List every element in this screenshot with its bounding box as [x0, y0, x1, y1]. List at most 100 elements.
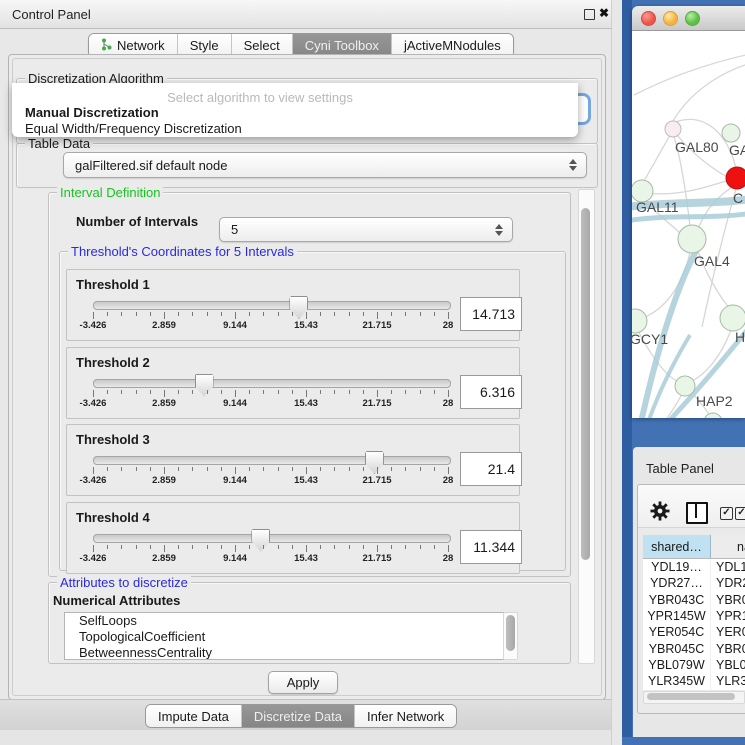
slider-track[interactable]: [93, 379, 451, 388]
tick-mark: [150, 545, 151, 549]
tick-mark: [363, 545, 364, 549]
slider-track[interactable]: [93, 456, 451, 465]
tick-mark: [278, 312, 279, 316]
group-title: Threshold's Coordinates for 5 Intervals: [68, 244, 297, 259]
attributes-list-scrollbar[interactable]: [503, 612, 518, 660]
slider-track[interactable]: [93, 534, 451, 543]
tick-mark: [448, 390, 449, 397]
tick-mark: [377, 312, 378, 319]
tick-mark: [420, 467, 421, 471]
tick-mark: [221, 390, 222, 394]
tick-mark: [405, 467, 406, 471]
tick-label: 21.715: [362, 553, 391, 564]
content-scrollbar[interactable]: [578, 189, 595, 664]
tick-label: 21.715: [362, 398, 391, 409]
tick-mark: [221, 467, 222, 471]
tick-mark: [235, 390, 236, 397]
attributes-list[interactable]: SelfLoopsTopologicalCoefficientBetweenne…: [64, 612, 505, 660]
network-graph: GAL80GACGAL11GAL4GCY1HHAP2: [632, 31, 745, 418]
tick-label: -3.426: [80, 398, 107, 409]
tick-mark: [93, 390, 94, 397]
attribute-list-item[interactable]: SelfLoops: [65, 613, 504, 629]
close-traffic-light-icon[interactable]: [641, 11, 656, 26]
network-canvas[interactable]: GAL80GACGAL11GAL4GCY1HHAP2: [632, 31, 745, 418]
threshold-value-field[interactable]: 14.713: [460, 297, 522, 331]
table-row[interactable]: YDR27…YDR2: [643, 575, 745, 591]
network-view-window[interactable]: GAL80GACGAL11GAL4GCY1HHAP2: [632, 6, 745, 418]
cell-shared-name: YER054C: [643, 624, 711, 640]
tab-discretize-data[interactable]: Discretize Data: [242, 705, 355, 727]
table-row[interactable]: YLR345WYLR3: [643, 673, 745, 689]
minimize-traffic-light-icon[interactable]: [663, 11, 678, 26]
network-node[interactable]: [704, 413, 722, 418]
node-table[interactable]: shared… na YDL19…YDL1YDR27…YDR2YBR043CYB…: [643, 535, 745, 690]
number-of-intervals-combo[interactable]: 5: [219, 217, 513, 242]
network-node[interactable]: [675, 376, 695, 396]
tick-mark: [320, 312, 321, 316]
column-header-name[interactable]: na: [711, 535, 745, 558]
tick-mark: [207, 467, 208, 471]
network-node[interactable]: [726, 167, 745, 189]
table-row[interactable]: YPR145WYPR1: [643, 608, 745, 624]
apply-button[interactable]: Apply: [268, 671, 338, 694]
gear-icon[interactable]: [650, 501, 670, 521]
close-icon[interactable]: ✖: [599, 6, 609, 20]
checkbox-icon[interactable]: ✓: [720, 507, 733, 520]
tick-label: 2.859: [152, 398, 176, 409]
tick-mark: [178, 312, 179, 316]
network-node[interactable]: [720, 305, 745, 331]
table-row[interactable]: YBR045CYBR0: [643, 640, 745, 656]
tick-mark: [150, 467, 151, 471]
table-row[interactable]: YIL052CYIL0: [643, 689, 745, 690]
threshold-label: Threshold 3: [76, 432, 150, 447]
zoom-traffic-light-icon[interactable]: [685, 11, 700, 26]
column-header-shared-name[interactable]: shared…: [643, 535, 711, 558]
split-view-icon[interactable]: [686, 502, 708, 524]
table-data-combo[interactable]: galFiltered.sif default node: [63, 152, 587, 178]
threshold-value-field[interactable]: 6.316: [460, 375, 522, 409]
algorithm-option[interactable]: Manual Discretization: [25, 105, 159, 120]
tick-mark: [263, 545, 264, 549]
tick-mark: [334, 545, 335, 549]
table-row[interactable]: YBL079WYBL0: [643, 657, 745, 673]
table-row[interactable]: YDL19…YDL1: [643, 559, 745, 575]
tick-mark: [405, 312, 406, 316]
tick-mark: [164, 312, 165, 319]
algorithm-option[interactable]: Equal Width/Frequency Discretization: [25, 121, 242, 136]
threshold-value-field[interactable]: 11.344: [460, 530, 522, 564]
tab-label: jActiveMNodules: [404, 38, 501, 53]
panel-title: Control Panel: [12, 7, 91, 22]
tick-label: 28: [443, 398, 454, 409]
table-horizontal-scrollbar[interactable]: [643, 691, 745, 704]
tab-impute-data[interactable]: Impute Data: [146, 705, 242, 727]
interval-definition-group: Interval Definition Number of Intervals …: [48, 192, 571, 577]
network-node-label: H: [735, 329, 745, 345]
checkbox-icon[interactable]: ✓: [735, 507, 745, 520]
tick-mark: [150, 312, 151, 316]
network-window-titlebar[interactable]: [632, 6, 745, 31]
network-node[interactable]: [665, 121, 681, 137]
cell-name: YLR3: [711, 673, 745, 689]
tick-mark: [121, 467, 122, 471]
table-row[interactable]: YBR043CYBR0: [643, 592, 745, 608]
tick-label: 15.43: [294, 398, 318, 409]
network-node[interactable]: [632, 309, 647, 333]
tick-mark: [292, 390, 293, 394]
network-node[interactable]: [722, 124, 740, 142]
table-data-group: Table Data galFiltered.sif default node: [16, 143, 598, 188]
number-of-intervals-label: Number of Intervals: [76, 214, 198, 229]
float-window-icon[interactable]: [584, 9, 595, 20]
tick-mark: [136, 545, 137, 549]
threshold-label: Threshold 1: [76, 277, 150, 292]
tick-mark: [377, 545, 378, 552]
attribute-list-item[interactable]: BetweennessCentrality: [65, 645, 504, 660]
tab-infer-network[interactable]: Infer Network: [355, 705, 456, 727]
tick-mark: [434, 467, 435, 471]
slider-track[interactable]: [93, 301, 451, 310]
attribute-list-item[interactable]: TopologicalCoefficient: [65, 629, 504, 645]
network-node[interactable]: [678, 225, 706, 253]
tick-mark: [391, 390, 392, 394]
table-row[interactable]: YER054CYER0: [643, 624, 745, 640]
threshold-value-field[interactable]: 21.4: [460, 452, 522, 486]
cell-name: YIL0: [711, 689, 745, 690]
